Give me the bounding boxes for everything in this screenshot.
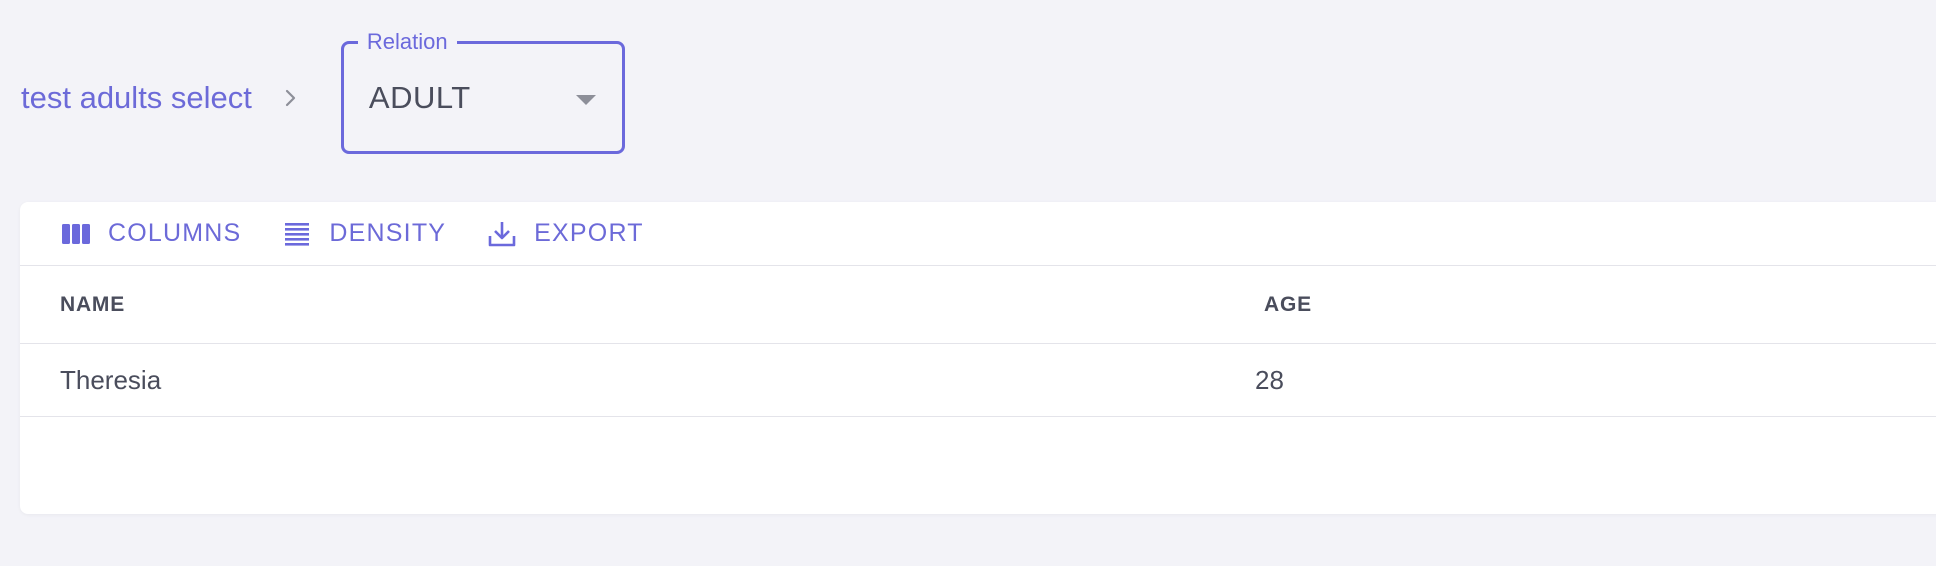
relation-select-value: ADULT [368,80,471,115]
density-button-label: DENSITY [329,219,447,247]
relation-select-label: Relation [357,29,457,55]
relation-select[interactable]: Relation ADULT [340,29,625,154]
density-lines-icon [281,218,313,250]
breadcrumb: test adults select Relation ADULT [21,29,625,155]
columns-button-label: COLUMNS [108,219,242,247]
cell-age: 28 [1255,365,1284,395]
cell-name: Theresia [60,365,162,395]
download-icon [486,218,518,250]
data-grid: COLUMNS DENSITY EXPORT NAME AGE Theresia… [20,202,1936,514]
export-button[interactable]: EXPORT [486,218,644,250]
caret-down-icon [575,95,596,105]
column-header-age[interactable]: AGE [1264,293,1312,317]
export-button-label: EXPORT [534,219,644,247]
table-header-row: NAME AGE [20,266,1936,344]
column-header-name[interactable]: NAME [60,293,125,317]
density-button[interactable]: DENSITY [281,218,446,250]
grid-toolbar: COLUMNS DENSITY EXPORT [20,202,1936,266]
columns-button[interactable]: COLUMNS [60,218,241,250]
table-row[interactable]: Theresia 28 [20,344,1936,417]
breadcrumb-link-test-adults-select[interactable]: test adults select [21,80,252,116]
chevron-right-icon [279,86,303,110]
view-column-icon [60,218,92,250]
